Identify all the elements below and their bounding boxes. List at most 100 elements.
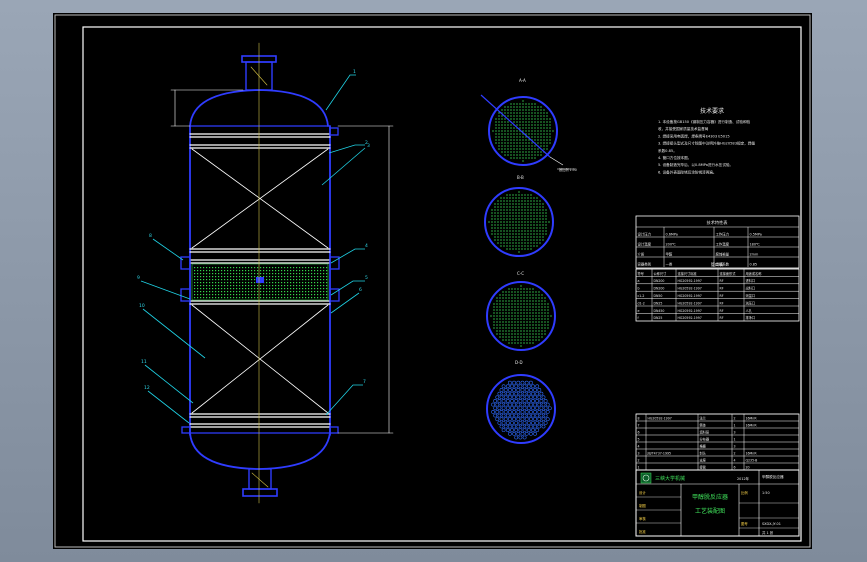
bottom-head [189,432,331,470]
table-cell: f [638,316,640,320]
cad-viewport: 1 2 3 4 5 6 7 8 9 10 11 12 A-A 按比例 1:50 … [0,0,867,562]
scale-value: 1:50 [762,491,770,495]
table-cell: DN200 [654,279,665,283]
section-view-d: D-D [486,360,556,444]
table-cell: 格栅 [700,443,707,448]
table-cell: 法兰 [700,415,706,420]
role-check: 审核 [639,516,646,521]
table-cell: 人孔 [746,308,753,313]
drawing-name-2: 工艺装配图 [695,507,725,515]
section-label: D-D [515,360,523,365]
table-cell: 出料口 [746,286,756,291]
leader-number: 11 [141,359,147,365]
table-cell: DN50 [654,294,663,298]
table-cell: 设计压力 [638,231,652,236]
title-block: 三峡大学机械 2012年 甲醇脱反应器 工艺装配图 比例 1:50 图号 SXD… [635,469,800,537]
drawing-sheet: 1 2 3 4 5 6 7 8 9 10 11 12 A-A 按比例 1:50 … [53,13,812,549]
table-cell: 接管 [700,464,706,469]
section-view-a: A-A 按比例 1:50 [480,78,577,172]
parts-list: 8 HG20592-1997 法兰 2 16MnR 7 筒体 1 16MnR 6 填料层 3 5 分布器 1… [635,413,800,471]
table-cell: 测温口 [746,293,756,298]
table-cell: 16MnR [746,423,758,427]
role-design: 设计 [639,490,646,495]
tech-requirement-line: 3. 焊接接头型式及尺寸除图中注明外按HG20583规定，焊缝 [658,141,755,146]
school-name: 三峡大学机械 [655,475,685,482]
detail-label: 按比例 1:50 [559,167,577,172]
table-cell: 16MnR [746,451,758,455]
tech-spec-table: 技术特性表 设计压力 0.6MPa 工作压力 0.5MPa 设计温度 200℃ 工作温度 18… [635,215,800,269]
table-cell: 2 [734,416,736,420]
tech-requirement-line: 系数0.85。 [658,148,677,153]
tech-spec-title: 技术特性表 [707,219,729,226]
section-view-b: B-B [484,175,554,257]
leader-number: 12 [144,385,150,391]
table-cell: HG20592-1997 [678,294,702,298]
project-name: 甲醇脱反应器 [762,474,784,479]
role-approve: 批准 [639,529,646,534]
table-cell: e [638,309,640,313]
table-cell: 3 [734,444,736,448]
table-cell: 2mm [750,252,759,256]
drawing-no: SXDX-JY-01 [762,522,781,526]
table-cell: 16MnR [746,416,758,420]
sheet-count: 共 1 张 [762,530,774,535]
tech-requirement-line: 4. 管口方位按本图。 [658,155,691,160]
section-view-c: C-C [486,271,556,351]
table-cell: Q235-B [746,458,758,462]
table-cell: HG20592-1997 [678,309,702,313]
table-cell: 腐蚀裕量 [716,251,730,256]
tech-requirement-line: 6. 设备外表面除锈后涂防锈漆两遍。 [658,169,716,174]
leader-number: 6 [359,287,362,293]
tech-requirements: 技术要求 1. 本设备按GB150《钢制压力容器》进行制造、试验和验收，并接受国… [658,107,755,174]
table-cell: 排净口 [746,315,756,320]
table-cell: RF [720,301,724,305]
table-cell: 测压口 [746,300,756,305]
table-cell: HG20592-1997 [678,279,702,283]
table-cell: a [638,279,640,283]
tech-requirement-line: 收，并接受国家质量技术监督局 [658,126,709,131]
table-cell: 用途或名称 [746,271,763,276]
table-cell: HG20592-1997 [678,301,702,305]
table-cell: 3 [734,430,736,434]
table-cell: 0.6MPa [666,232,678,236]
section-views: A-A 按比例 1:50 B-B C-C D-D [480,78,577,444]
tech-requirement-line: 2. 焊接采用电弧焊，焊条牌号E4303 E5015 [658,133,730,138]
drawing-canvas: 1 2 3 4 5 6 7 8 9 10 11 12 A-A 按比例 1:50 … [54,14,811,548]
leader-number: 10 [139,303,145,309]
table-cell: 支座 [700,457,707,462]
table-cell: 筒体 [700,422,707,427]
table-cell: 填料层 [700,429,710,434]
table-cell: RF [720,287,724,291]
role-draw: 制图 [639,503,646,508]
table-cell: c1-2 [638,294,645,298]
table-cell: 一类 [666,261,673,266]
section-label: B-B [517,175,524,180]
table-cell: 5 [638,437,640,441]
table-cell: 0.85 [750,262,758,266]
table-cell: 分布器 [700,436,710,441]
table-cell: RF [720,279,724,283]
table-cell: 公称尺寸 [654,271,668,276]
table-cell: 0.5MPa [750,232,762,236]
table-cell: 8 [638,416,640,420]
table-cell: HG20592-1997 [678,316,702,320]
section-label: C-C [517,271,524,276]
table-cell: 符号 [638,271,644,276]
table-cell: RF [720,316,724,320]
table-cell: RF [720,309,724,313]
vessel-elevation [170,42,394,504]
table-cell: 20 [746,465,750,469]
table-cell: 3 [638,451,640,455]
table-cell: JB/T4737-1995 [647,451,672,455]
table-cell: DN200 [654,287,665,291]
tech-requirement-line: 5. 设备制造完毕后，以0.8MPa进行水压试验。 [658,162,733,167]
table-cell: 甲醇 [666,251,673,256]
leader-number: 9 [137,275,140,281]
table-cell: 6 [734,465,736,469]
table-cell: 1 [734,423,736,427]
leader-number: 3 [367,143,370,149]
tech-requirement-line: 1. 本设备按GB150《钢制压力容器》进行制造、试验和验 [658,119,751,124]
table-cell: 进料口 [746,278,756,283]
table-cell: d1-2 [638,301,645,305]
bottom-nozzle [242,468,278,497]
